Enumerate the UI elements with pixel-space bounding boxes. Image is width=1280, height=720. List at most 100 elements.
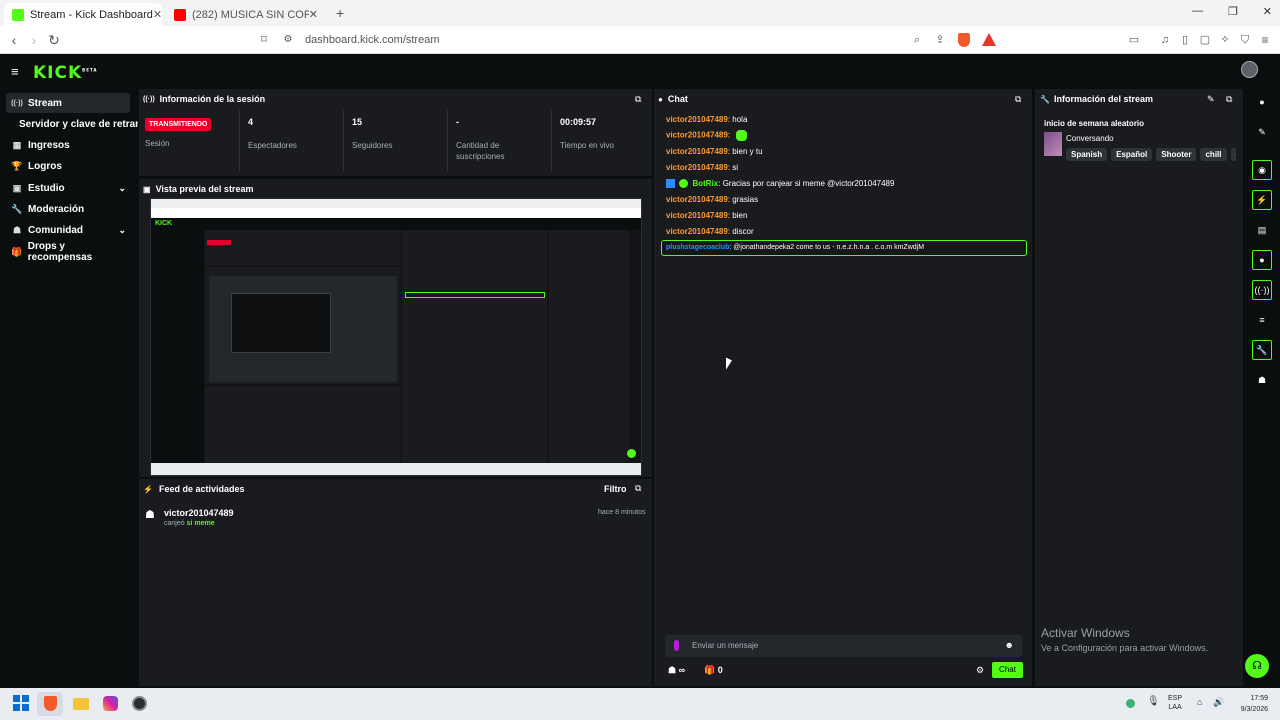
chat-bubble-icon[interactable]: ● — [1252, 250, 1272, 270]
minimize-button[interactable]: — — [1192, 5, 1203, 18]
microphone-icon[interactable]: 🎙 — [1147, 696, 1160, 707]
edit-icon[interactable]: ✎ — [1252, 122, 1272, 142]
chat-username[interactable]: victor201047489 — [666, 131, 728, 140]
sidebar-item-ingresos[interactable]: ▦ Ingresos — [6, 135, 130, 155]
new-tab-button[interactable]: + — [336, 5, 344, 21]
windows-start-icon[interactable] — [13, 695, 29, 711]
stack-icon[interactable]: ≡ — [1252, 310, 1272, 330]
forward-icon[interactable]: › — [24, 26, 44, 54]
close-tab-icon[interactable]: ✕ — [309, 8, 318, 21]
preview-info — [549, 230, 629, 463]
chat-username[interactable]: BotRix — [692, 179, 718, 188]
chat-username[interactable]: victor201047489 — [666, 115, 728, 124]
stat-viewers: 4 Espectadores — [248, 117, 348, 151]
stream-preview-video[interactable]: KICK — [150, 198, 642, 476]
chat-input[interactable]: Enviar un mensaje ☻ — [665, 635, 1022, 657]
chat-username[interactable]: victor201047489 — [666, 163, 728, 172]
avatar[interactable] — [1241, 61, 1258, 78]
sidebar-item-moderacion[interactable]: 🔧 Moderación — [6, 199, 130, 219]
clock[interactable]: 17:59 9/3/2026 — [1230, 693, 1268, 715]
broadcast-icon[interactable]: ((·)) — [1252, 280, 1272, 300]
tag[interactable]: engl — [1230, 148, 1236, 161]
chat-settings-icon[interactable]: ⚙ — [976, 665, 984, 676]
tag[interactable]: Spanish — [1066, 148, 1108, 161]
lightning-icon: ⚡ — [143, 484, 153, 494]
chat-username[interactable]: victor201047489 — [666, 195, 728, 204]
tag[interactable]: Shooter — [1156, 148, 1197, 161]
tab-youtube[interactable]: (282) MÚSICA SIN COPYRIGHT P... ✕ — [166, 3, 326, 26]
sidebar-item-drops[interactable]: 🎁 Drops y recompensas — [6, 241, 130, 263]
sidebar-toggle-icon[interactable]: ▭ — [1124, 26, 1144, 54]
tag[interactable]: chill — [1200, 148, 1227, 161]
lightning-icon[interactable]: ⚡ — [1252, 190, 1272, 210]
microphone-icon[interactable] — [674, 640, 679, 651]
chevron-down-icon[interactable]: ⌄ — [118, 183, 126, 194]
chat-username[interactable]: victor201047489 — [666, 227, 728, 236]
chat-viewers[interactable]: ☗ ∞ — [668, 665, 685, 676]
vpn-icon[interactable]: ⛉ — [1235, 26, 1255, 54]
sidebar-item-label: Drops y recompensas — [27, 241, 93, 263]
activity-user[interactable]: victor201047489 — [164, 508, 234, 518]
back-icon[interactable]: ‹ — [4, 26, 24, 54]
tab-kick-dashboard[interactable]: Stream - Kick Dashboard ✕ — [4, 3, 162, 26]
chat-points[interactable]: 🎁 0 — [704, 665, 723, 676]
chat-message: victor201047489: discor — [666, 227, 754, 236]
url-field[interactable]: dashboard.kick.com/stream — [305, 31, 1005, 49]
kick-logo[interactable]: KICKBETA — [33, 63, 97, 83]
category-thumbnail[interactable] — [1044, 132, 1062, 156]
sidebar-item-comunidad[interactable]: ☗ Comunidad ⌄ — [6, 220, 130, 240]
reload-icon[interactable]: ↻ — [44, 26, 64, 54]
instagram-icon[interactable] — [103, 696, 118, 711]
menu-icon[interactable]: ≡ — [1255, 26, 1275, 54]
popout-icon[interactable]: ⧉ — [635, 483, 641, 494]
sidebar-item-label: Logros — [28, 160, 62, 172]
popout-icon[interactable]: ⧉ — [1226, 94, 1232, 105]
hamburger-menu-icon[interactable]: ≡ — [11, 64, 19, 79]
network-icon[interactable]: ⌂ — [1197, 697, 1202, 707]
volume-icon[interactable]: 🔊 — [1213, 697, 1224, 708]
wallet-icon[interactable]: ▢ — [1195, 26, 1215, 54]
brave-rewards-icon[interactable] — [982, 33, 996, 46]
tag[interactable]: Español — [1111, 148, 1153, 161]
chat-send-button[interactable]: Chat — [992, 662, 1023, 678]
sidebar-item-logros[interactable]: 🏆 Logros — [6, 156, 130, 176]
category-name[interactable]: Conversando — [1066, 134, 1114, 143]
reader-icon[interactable]: ▯ — [1175, 26, 1195, 54]
users-icon[interactable]: ☗ — [1252, 370, 1272, 390]
maximize-button[interactable]: ❐ — [1228, 5, 1238, 18]
brave-browser-icon[interactable] — [44, 696, 57, 711]
highlighted-chat-message[interactable]: plushstagecoaclub: @jonathandepeka2 come… — [661, 240, 1027, 256]
leo-ai-icon[interactable]: ✧ — [1215, 26, 1235, 54]
chat-username[interactable]: victor201047489 — [666, 211, 728, 220]
chat-text: : — [727, 130, 731, 140]
emoji-icon[interactable]: ☻ — [1005, 640, 1014, 650]
chat-username[interactable]: victor201047489 — [666, 147, 728, 156]
popout-icon[interactable]: ⧉ — [1015, 94, 1021, 105]
chat-message: victor201047489: bien y tu — [666, 147, 763, 156]
bookmark-icon[interactable]: ⌑ — [254, 26, 274, 54]
sidebar-item-estudio[interactable]: ▣ Estudio ⌄ — [6, 178, 130, 198]
popout-icon[interactable]: ⧉ — [635, 94, 641, 105]
help-headset-icon[interactable]: ☊ — [1245, 654, 1269, 678]
obs-icon[interactable] — [132, 696, 147, 711]
close-window-button[interactable]: ✕ — [1263, 5, 1272, 18]
edit-icon[interactable]: ✎ — [1207, 94, 1215, 105]
info-icon[interactable]: ● — [1252, 92, 1272, 112]
chat-username[interactable]: plushstagecoaclub — [666, 244, 729, 251]
file-explorer-icon[interactable] — [73, 698, 89, 710]
wrench-icon[interactable]: 🔧 — [1252, 340, 1272, 360]
brave-shields-icon[interactable] — [958, 33, 970, 47]
share-icon[interactable]: ⇪ — [930, 26, 950, 54]
session-rail-icon[interactable]: ◉ — [1252, 160, 1272, 180]
sidebar-subitem-server-key[interactable]: Servidor y clave de retransmisión — [14, 114, 138, 134]
chevron-down-icon[interactable]: ⌄ — [118, 225, 126, 236]
sidebar-item-stream[interactable]: ((·)) Stream — [6, 93, 130, 113]
music-icon[interactable]: ♫ — [1155, 26, 1175, 54]
language-indicator[interactable]: ESP LAA — [1168, 694, 1182, 712]
filter-button[interactable]: Filtro — [604, 484, 627, 494]
close-tab-icon[interactable]: ✕ — [153, 8, 162, 21]
site-info-icon[interactable]: ⚙ — [278, 26, 298, 54]
zoom-icon[interactable]: ⌕ — [907, 26, 927, 54]
document-icon[interactable]: ▤ — [1252, 220, 1272, 240]
chat-message: plushstagecoaclub: @jonathandepeka2 come… — [666, 244, 924, 251]
